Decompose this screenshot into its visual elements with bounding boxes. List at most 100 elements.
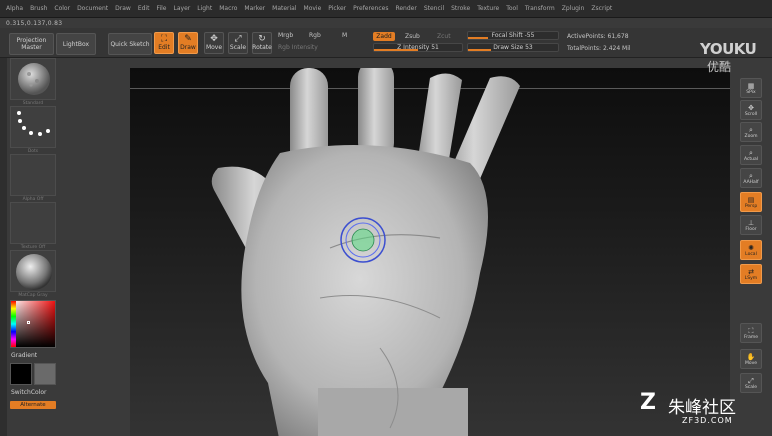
total-points: TotalPoints: 2.424 Mil — [567, 45, 631, 52]
menu-item-light[interactable]: Light — [197, 5, 212, 12]
shelf-move-label: Move — [744, 360, 758, 366]
color-picker[interactable] — [10, 300, 56, 348]
draw-button[interactable]: ✎ Draw — [178, 32, 198, 54]
zsub-toggle[interactable]: Zsub — [405, 33, 420, 40]
aahalf-button[interactable]: ⌕ AAHalf — [740, 168, 762, 188]
menu-item-layer[interactable]: Layer — [174, 5, 191, 12]
move-label: Move — [205, 44, 223, 51]
zoom-icon: ⌕ — [749, 125, 753, 134]
hand-model — [211, 68, 520, 436]
zf3d-watermark: 朱峰社区 — [668, 398, 736, 418]
rgb-toggle[interactable]: Rgb — [309, 32, 321, 39]
zoom-button[interactable]: ⌕ Zoom — [740, 122, 762, 142]
floor-button[interactable]: ⊥ Floor — [740, 215, 762, 235]
draw-size-label: Draw Size 53 — [493, 44, 533, 51]
projection-master-button[interactable]: Projection Master — [9, 33, 54, 55]
menu-item-file[interactable]: File — [156, 5, 166, 12]
frame-icon: ⛶ — [748, 326, 754, 335]
brush-thumbnail[interactable] — [10, 58, 56, 100]
aahalf-icon: ⌕ — [749, 171, 753, 180]
mrgb-toggle[interactable]: Mrgb — [278, 32, 293, 39]
menu-item-document[interactable]: Document — [77, 5, 108, 12]
rotate-label: Rotate — [252, 44, 272, 51]
menu-item-macro[interactable]: Macro — [219, 5, 237, 12]
gradient-label[interactable]: Gradient — [11, 352, 37, 359]
edit-button[interactable]: ⛶ Edit — [154, 32, 174, 54]
secondary-color-swatch[interactable] — [34, 363, 56, 385]
edit-icon: ⛶ — [160, 34, 168, 44]
menu-item-marker[interactable]: Marker — [244, 5, 265, 12]
menu-item-tool[interactable]: Tool — [506, 5, 518, 12]
actual-button[interactable]: ⌕ Actual — [740, 145, 762, 165]
local-button[interactable]: ✺ Local — [740, 240, 762, 260]
alpha-thumbnail[interactable] — [10, 154, 56, 196]
quick-sketch-button[interactable]: Quick Sketch — [108, 33, 152, 55]
primary-color-swatch[interactable] — [10, 363, 32, 385]
matcap-sphere-icon — [16, 254, 52, 290]
z-intensity-slider[interactable]: Z Intensity 51 — [373, 43, 463, 52]
menu-item-preferences[interactable]: Preferences — [353, 5, 388, 12]
frame-button[interactable]: ⛶ Frame — [740, 323, 762, 343]
menu-item-edit[interactable]: Edit — [138, 5, 150, 12]
scroll-label: Scroll — [744, 111, 758, 117]
menu-item-movie[interactable]: Movie — [304, 5, 322, 12]
draw-size-slider[interactable]: Draw Size 53 — [467, 43, 559, 52]
menu-item-brush[interactable]: Brush — [30, 5, 47, 12]
menu-item-alpha[interactable]: Alpha — [6, 5, 23, 12]
alternate-button[interactable]: Alternate — [10, 401, 56, 409]
actual-icon: ⌕ — [749, 148, 753, 157]
focal-shift-fill — [468, 37, 488, 39]
focal-shift-label: Focal Shift -55 — [491, 32, 535, 39]
scale-button[interactable]: ⤢ Scale — [228, 32, 248, 54]
menu-item-render[interactable]: Render — [395, 5, 416, 12]
menu-item-picker[interactable]: Picker — [328, 5, 346, 12]
shelf-move-button[interactable]: ✋ Move — [740, 349, 762, 369]
lsym-button[interactable]: ⇄ LSym — [740, 264, 762, 284]
frame-label: Frame — [743, 334, 759, 340]
quick-sketch-label: Quick Sketch — [110, 40, 150, 48]
scroll-button[interactable]: ✥ Scroll — [740, 100, 762, 120]
material-label: MatCap Gray — [18, 293, 48, 298]
menu-item-stroke[interactable]: Stroke — [451, 5, 470, 12]
stroke-dots-icon — [17, 111, 50, 136]
rotate-button[interactable]: ↻ Rotate — [252, 32, 272, 54]
menu-item-zplugin[interactable]: Zplugin — [562, 5, 585, 12]
menu-item-stencil[interactable]: Stencil — [424, 5, 444, 12]
color-picker-cursor[interactable] — [27, 321, 30, 324]
coordinate-readout: 0.315,0.137,0.83 — [6, 20, 63, 27]
color-picker-shade — [11, 301, 55, 347]
youku-watermark: YOUKU — [700, 40, 757, 58]
switch-color-button[interactable]: SwitchColor — [11, 389, 47, 396]
shelf-scale-button[interactable]: ⤢ Scale — [740, 373, 762, 393]
spix-button[interactable]: ▦ SPix — [740, 78, 762, 98]
aahalf-label: AAHalf — [743, 179, 759, 185]
menu-item-material[interactable]: Material — [272, 5, 296, 12]
menu-item-transform[interactable]: Transform — [525, 5, 555, 12]
zadd-toggle[interactable]: Zadd — [373, 32, 395, 41]
material-thumbnail[interactable] — [10, 250, 56, 292]
stroke-thumbnail[interactable] — [10, 106, 56, 148]
menu-item-texture[interactable]: Texture — [477, 5, 499, 12]
move-button[interactable]: ✥ Move — [204, 32, 224, 54]
focal-shift-slider[interactable]: Focal Shift -55 — [467, 31, 559, 40]
lightbox-button[interactable]: LightBox — [56, 33, 96, 55]
menu-item-zscript[interactable]: Zscript — [591, 5, 612, 12]
draw-icon: ✎ — [184, 34, 192, 44]
draw-label: Draw — [180, 44, 196, 51]
left-scroll-edge[interactable] — [0, 58, 7, 436]
viewport-canvas[interactable] — [130, 68, 730, 436]
menu-item-color[interactable]: Color — [54, 5, 70, 12]
m-toggle[interactable]: M — [342, 32, 347, 39]
persp-button[interactable]: ▤ Persp — [740, 192, 762, 212]
menu-item-draw[interactable]: Draw — [115, 5, 131, 12]
youku-watermark-cjk: 优酷 — [707, 60, 732, 74]
lsym-label: LSym — [744, 275, 758, 281]
actual-label: Actual — [743, 156, 759, 162]
local-label: Local — [745, 251, 757, 257]
z-intensity-fill — [374, 49, 418, 51]
texture-thumbnail[interactable] — [10, 202, 56, 244]
hue-strip[interactable] — [11, 301, 16, 347]
rgb-intensity-slider[interactable]: Rgb Intensity — [278, 44, 318, 51]
zcut-toggle[interactable]: Zcut — [437, 33, 451, 40]
zoom-label: Zoom — [744, 133, 758, 139]
